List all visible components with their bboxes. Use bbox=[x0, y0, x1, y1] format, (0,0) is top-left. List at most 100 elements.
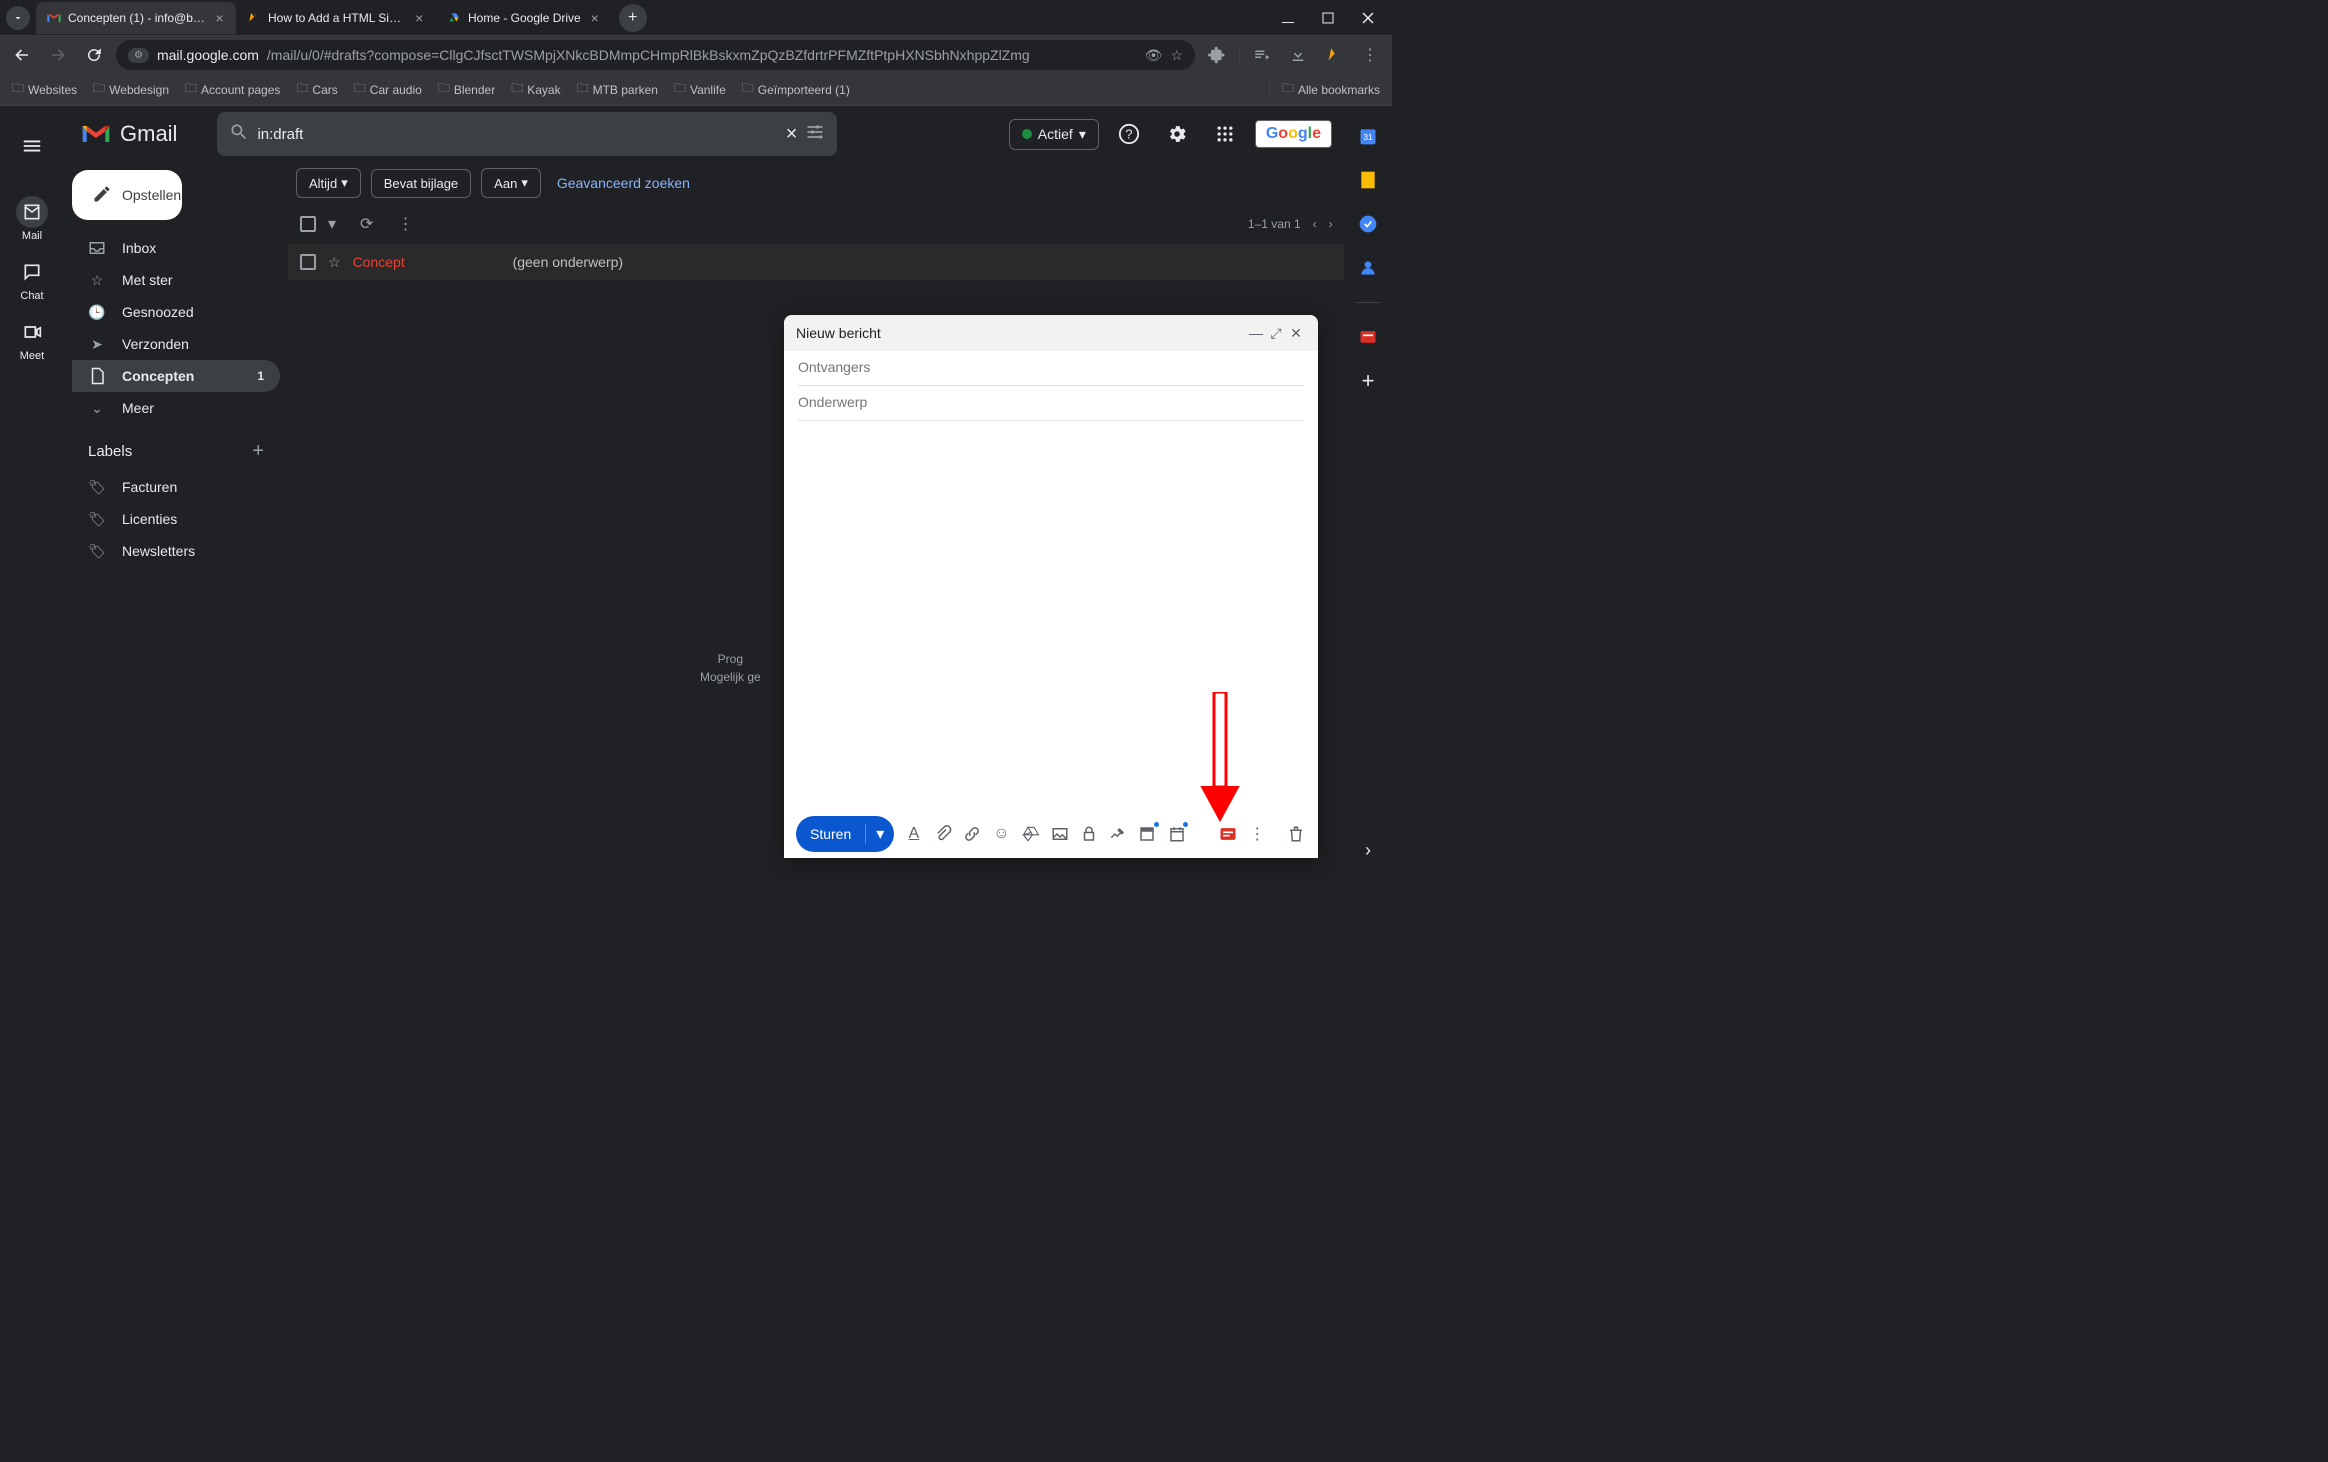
prev-page-button[interactable]: ‹ bbox=[1313, 217, 1317, 231]
address-bar[interactable]: ⚙ mail.google.com/mail/u/0/#drafts?compo… bbox=[116, 40, 1195, 70]
close-icon[interactable]: × bbox=[213, 10, 226, 26]
help-button[interactable]: ? bbox=[1111, 116, 1147, 152]
bookmark-star-icon[interactable]: ☆ bbox=[1170, 47, 1183, 64]
tasks-addon-icon[interactable] bbox=[1358, 214, 1378, 234]
chevron-down-icon[interactable]: ▾ bbox=[328, 214, 336, 234]
close-icon[interactable]: × bbox=[587, 10, 603, 26]
filter-to[interactable]: Aan ▾ bbox=[481, 168, 541, 198]
tab-firebase[interactable]: How to Add a HTML Signature × bbox=[236, 2, 436, 34]
label-item[interactable]: 🏷Facturen bbox=[72, 471, 280, 503]
rail-chat[interactable]: Chat bbox=[12, 250, 52, 308]
advanced-search-link[interactable]: Geavanceerd zoeken bbox=[557, 175, 690, 191]
tab-drive[interactable]: Home - Google Drive × bbox=[436, 2, 613, 34]
bookmark-folder[interactable]: 🗀Blender bbox=[438, 79, 495, 100]
calendar-icon[interactable] bbox=[1167, 824, 1186, 844]
bookmark-folder[interactable]: 🗀Vanlife bbox=[674, 79, 726, 100]
tune-icon[interactable] bbox=[805, 122, 825, 147]
send-options-button[interactable]: ▾ bbox=[865, 824, 894, 844]
sidebar-starred[interactable]: ☆Met ster bbox=[72, 264, 280, 296]
send-button[interactable]: Sturen ▾ bbox=[796, 816, 894, 852]
more-options-button[interactable]: ⋮ bbox=[1248, 824, 1267, 844]
label-item[interactable]: 🏷Newsletters bbox=[72, 535, 280, 567]
bookmark-folder[interactable]: 🗀Geïmporteerd (1) bbox=[742, 79, 850, 100]
main-menu-button[interactable] bbox=[12, 126, 52, 166]
select-all-checkbox[interactable] bbox=[300, 216, 316, 232]
search-bar[interactable]: × bbox=[217, 112, 837, 156]
bookmark-folder[interactable]: 🗀Cars bbox=[296, 79, 337, 100]
recipients-input[interactable] bbox=[798, 359, 1304, 375]
add-label-button[interactable]: + bbox=[252, 440, 264, 463]
all-bookmarks-button[interactable]: 🗀Alle bookmarks bbox=[1282, 79, 1380, 100]
bookmark-folder[interactable]: 🗀Car audio bbox=[354, 79, 422, 100]
close-icon[interactable]: × bbox=[412, 10, 426, 26]
rail-meet[interactable]: Meet bbox=[12, 310, 52, 368]
back-button[interactable] bbox=[8, 41, 36, 69]
calendar-addon-icon[interactable]: 31 bbox=[1358, 126, 1378, 146]
filter-attachment[interactable]: Bevat bijlage bbox=[371, 169, 471, 198]
sidebar-sent[interactable]: ➤Verzonden bbox=[72, 328, 280, 360]
eye-icon[interactable]: 👁 bbox=[1145, 47, 1163, 64]
sidebar-more[interactable]: ⌄Meer bbox=[72, 392, 280, 424]
subject-input[interactable] bbox=[798, 394, 1304, 410]
emoji-icon[interactable]: ☺ bbox=[992, 824, 1011, 844]
compose-button[interactable]: Opstellen bbox=[72, 170, 182, 220]
chrome-menu-button[interactable]: ⋮ bbox=[1356, 41, 1384, 69]
row-checkbox[interactable] bbox=[300, 254, 316, 270]
sidebar-inbox[interactable]: Inbox bbox=[72, 232, 280, 264]
forward-button[interactable] bbox=[44, 41, 72, 69]
bookmark-folder[interactable]: 🗀Websites bbox=[12, 79, 77, 100]
drive-icon[interactable] bbox=[1021, 824, 1040, 844]
addon-icon[interactable] bbox=[1358, 327, 1378, 347]
collapse-panel-button[interactable]: › bbox=[1358, 840, 1378, 860]
clear-icon[interactable]: × bbox=[786, 123, 798, 146]
minimize-compose-button[interactable]: — bbox=[1246, 323, 1266, 343]
tab-gmail[interactable]: Concepten (1) - info@biltsite.c… × bbox=[36, 2, 236, 34]
bookmark-folder[interactable]: 🗀MTB parken bbox=[577, 79, 658, 100]
message-row[interactable]: ☆ Concept (geen onderwerp) 12:24 bbox=[288, 244, 1392, 280]
firebase-ext-icon[interactable] bbox=[1320, 41, 1348, 69]
keep-addon-icon[interactable] bbox=[1358, 170, 1378, 190]
search-input[interactable] bbox=[257, 126, 777, 143]
template-icon[interactable] bbox=[1138, 824, 1157, 844]
next-page-button[interactable]: › bbox=[1329, 217, 1333, 231]
image-icon[interactable] bbox=[1050, 824, 1069, 844]
fullscreen-compose-button[interactable]: ⤢ bbox=[1266, 323, 1286, 343]
signature-icon[interactable] bbox=[1109, 824, 1128, 844]
signature-ext-icon[interactable] bbox=[1218, 824, 1238, 844]
compose-body[interactable] bbox=[784, 421, 1318, 810]
close-window-button[interactable] bbox=[1360, 10, 1376, 26]
bookmark-folder[interactable]: 🗀Webdesign bbox=[93, 79, 169, 100]
playlist-icon[interactable] bbox=[1248, 41, 1276, 69]
status-chip[interactable]: Actief ▾ bbox=[1009, 119, 1099, 150]
sidebar-snoozed[interactable]: 🕒Gesnoozed bbox=[72, 296, 280, 328]
new-tab-button[interactable]: + bbox=[619, 4, 647, 32]
google-account-chip[interactable]: Google bbox=[1255, 120, 1332, 148]
link-icon[interactable] bbox=[963, 824, 982, 844]
filter-always[interactable]: Altijd ▾ bbox=[296, 168, 361, 198]
confidential-icon[interactable] bbox=[1079, 824, 1098, 844]
reload-button[interactable] bbox=[80, 41, 108, 69]
extensions-button[interactable] bbox=[1203, 41, 1231, 69]
bookmark-folder[interactable]: 🗀Account pages bbox=[185, 79, 280, 100]
sidebar-drafts[interactable]: Concepten1 bbox=[72, 360, 280, 392]
discard-draft-button[interactable] bbox=[1287, 824, 1306, 844]
download-icon[interactable] bbox=[1284, 41, 1312, 69]
star-icon[interactable]: ☆ bbox=[328, 254, 341, 271]
refresh-icon[interactable]: ⟳ bbox=[360, 214, 373, 234]
maximize-button[interactable] bbox=[1320, 10, 1336, 26]
get-addons-button[interactable]: + bbox=[1358, 371, 1378, 391]
rail-mail[interactable]: Mail bbox=[12, 190, 52, 248]
settings-button[interactable] bbox=[1159, 116, 1195, 152]
label-item[interactable]: 🏷Licenties bbox=[72, 503, 280, 535]
bookmark-folder[interactable]: 🗀Kayak bbox=[511, 79, 560, 100]
minimize-button[interactable] bbox=[1280, 10, 1296, 26]
more-icon[interactable]: ⋮ bbox=[397, 214, 413, 234]
attach-icon[interactable] bbox=[933, 824, 952, 844]
format-icon[interactable]: A bbox=[904, 824, 923, 844]
gmail-logo[interactable]: Gmail bbox=[80, 121, 177, 147]
compose-header[interactable]: Nieuw bericht — ⤢ ✕ bbox=[784, 315, 1318, 351]
apps-button[interactable] bbox=[1207, 116, 1243, 152]
close-compose-button[interactable]: ✕ bbox=[1286, 323, 1306, 343]
contacts-addon-icon[interactable] bbox=[1358, 258, 1378, 278]
site-info-icon[interactable]: ⚙ bbox=[128, 48, 149, 63]
